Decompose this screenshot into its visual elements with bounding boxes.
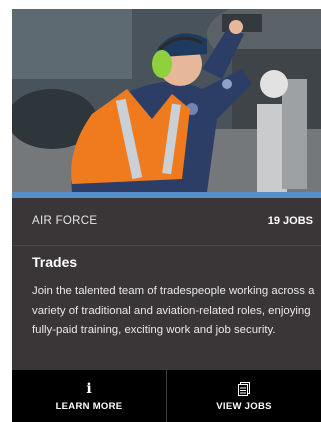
card-description: Join the talented team of tradespeople w… <box>32 285 315 336</box>
card-actions: i LEARN MORE VIEW JOBS <box>12 370 321 422</box>
info-icon: i <box>86 380 92 397</box>
card-photo <box>12 9 321 192</box>
learn-more-label: LEARN MORE <box>55 400 123 412</box>
learn-more-button[interactable]: i LEARN MORE <box>12 370 166 422</box>
document-icon <box>238 381 250 397</box>
card-body: Trades Join the talented team of tradesp… <box>12 246 321 370</box>
job-count-badge: 19 JOBS <box>267 215 313 227</box>
card-title: Trades <box>32 254 78 270</box>
view-jobs-button[interactable]: VIEW JOBS <box>166 370 321 422</box>
view-jobs-label: VIEW JOBS <box>216 400 272 412</box>
category-label: AIR FORCE <box>32 215 98 227</box>
card-meta-row: AIR FORCE 19 JOBS <box>12 198 321 246</box>
job-category-card: AIR FORCE 19 JOBS Trades Join the talent… <box>12 9 321 422</box>
